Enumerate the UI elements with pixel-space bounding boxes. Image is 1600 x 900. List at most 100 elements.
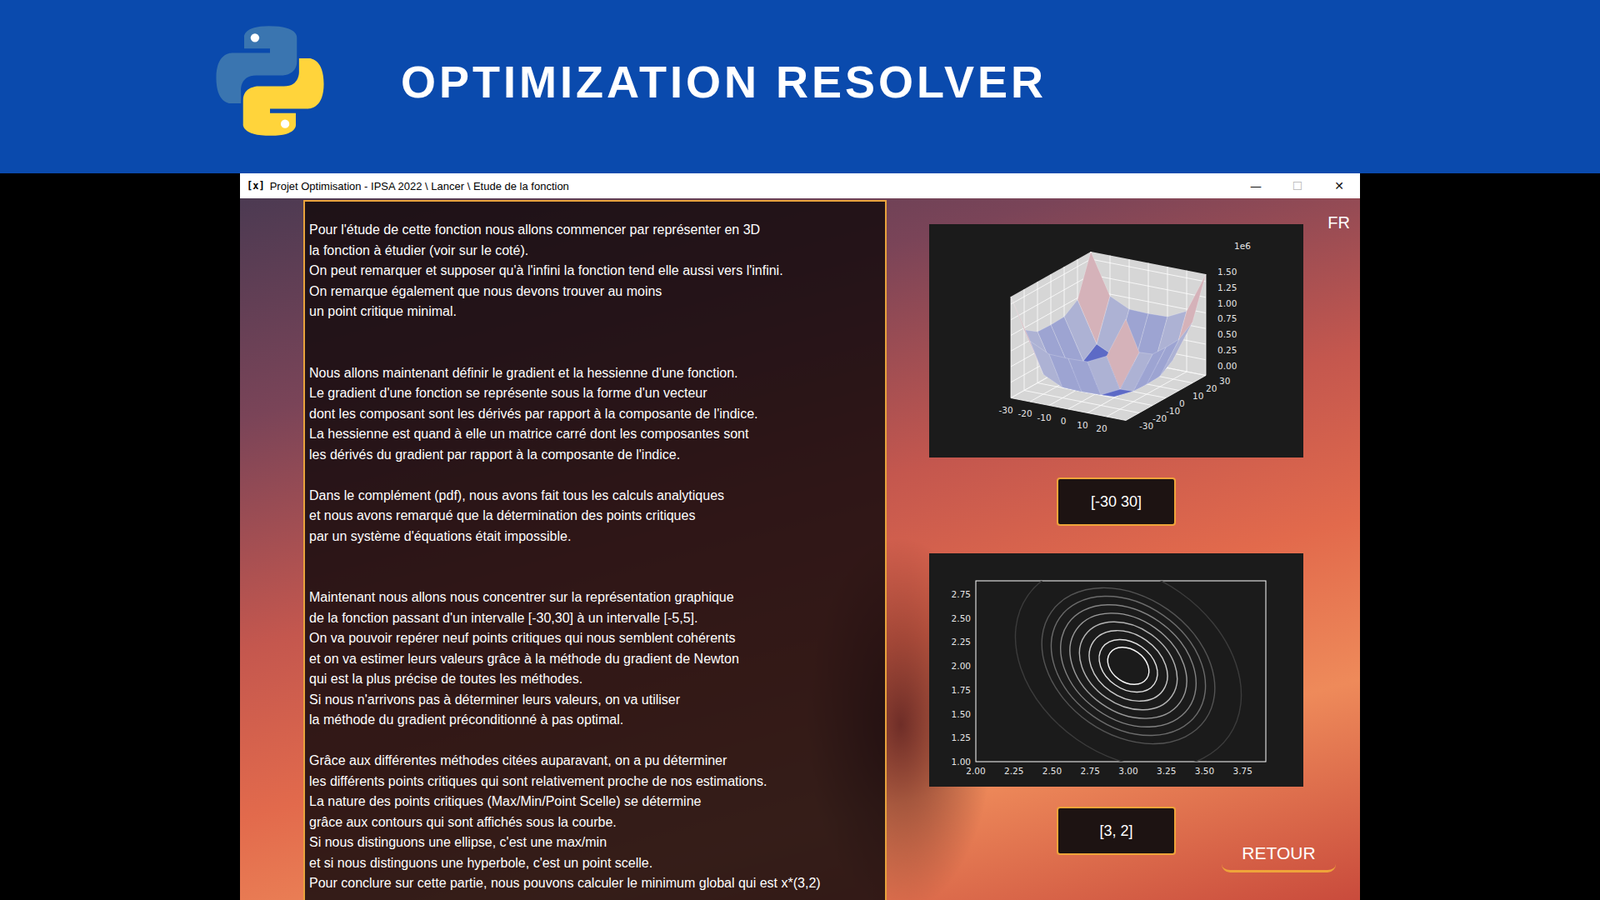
text-line: et nous avons remarqué que la déterminat…	[309, 505, 879, 527]
y-tick: 10	[1192, 390, 1204, 401]
app-window: [x]Projet Optimisation - IPSA 2022 \ Lan…	[240, 173, 1360, 900]
text-line: La hessienne est quand à elle un matrice…	[309, 424, 879, 445]
y-tick: 2.75	[951, 589, 971, 600]
text-line: Pour l'étude de cette fonction nous allo…	[309, 220, 879, 241]
x-tick: 3.00	[1118, 765, 1138, 776]
x-tick: 2.75	[1080, 765, 1100, 776]
x-tick: 2.25	[1004, 765, 1024, 776]
window-control[interactable]: ☐	[1276, 173, 1319, 199]
y-tick: 1.25	[951, 732, 971, 743]
banner-title: OPTIMIZATION RESOLVER	[400, 55, 1047, 108]
language-button[interactable]: FR	[1324, 211, 1354, 235]
text-panel: Pour l'étude de cette fonction nous allo…	[303, 200, 887, 900]
y-tick: 20	[1205, 383, 1217, 394]
python-logo-icon	[210, 21, 330, 140]
text-line: Le gradient d'une fonction se représente…	[309, 383, 879, 405]
contour-line	[1075, 615, 1181, 716]
text-line: Nous allons maintenant définir le gradie…	[309, 363, 879, 385]
contour-plot: 2.002.252.502.753.003.253.503.751.001.25…	[929, 553, 1304, 787]
x-tick: -30	[998, 405, 1013, 415]
text-line: On va pouvoir repérer neuf points critiq…	[309, 628, 879, 650]
range-button[interactable]: [-30 30]	[1056, 477, 1176, 526]
x-tick: 2.50	[1042, 765, 1062, 776]
z-tick: 1.25	[1217, 282, 1237, 293]
z-scale-label: 1e6	[1234, 240, 1251, 251]
x-tick: 2.00	[965, 765, 985, 776]
minimum-button[interactable]: [3, 2]	[1056, 806, 1176, 855]
text-line: Grâce aux différentes méthodes citées au…	[309, 750, 879, 772]
text-line: la méthode du gradient préconditionné à …	[309, 710, 879, 731]
text-line: On remarque également que nous devons tr…	[309, 281, 879, 303]
z-tick: 1.00	[1217, 298, 1237, 309]
x-tick: 0	[1060, 415, 1067, 426]
contour-line	[1100, 639, 1157, 692]
text-line: et on va estimer leurs valeurs grâce à l…	[309, 649, 879, 670]
paragraph: Dans le complément (pdf), nous avons fai…	[309, 485, 879, 548]
grid-line	[1090, 259, 1206, 282]
contour-line	[1050, 591, 1207, 740]
stage: [x]Projet Optimisation - IPSA 2022 \ Lan…	[0, 173, 1600, 900]
y-tick: -30	[1139, 420, 1154, 431]
text-line: Pour conclure sur cette partie, nous pou…	[309, 873, 879, 895]
grid-line	[1205, 274, 1207, 376]
plot-axes	[975, 580, 1266, 762]
x-tick: -20	[1017, 408, 1032, 419]
bottom-row: [3, 2]RETOUR	[929, 806, 1304, 855]
text-line: grâce aux contours qui sont affichés sou…	[309, 812, 879, 834]
y-tick: 30	[1219, 375, 1230, 386]
text-line: et si nous distinguons une hyperbole, c'…	[309, 853, 879, 875]
title-bar: [x]Projet Optimisation - IPSA 2022 \ Lan…	[240, 173, 1360, 199]
back-button[interactable]: RETOUR	[1221, 840, 1336, 873]
x-tick: 3.75	[1233, 765, 1253, 776]
paragraph: Nous allons maintenant définir le gradie…	[309, 363, 879, 466]
contour-line	[1089, 628, 1168, 703]
text-line: Maintenant nous allons nous concentrer s…	[309, 587, 879, 609]
y-tick: 1.75	[951, 685, 971, 695]
paragraph: Grâce aux différentes méthodes citées au…	[309, 750, 879, 895]
z-tick: 1.50	[1217, 266, 1237, 277]
window-controls: —☐✕	[1235, 173, 1360, 199]
y-tick: 2.25	[951, 636, 971, 647]
paragraph: Maintenant nous allons nous concentrer s…	[309, 587, 879, 731]
text-line: Si nous distinguons une ellipse, c'est u…	[309, 832, 879, 854]
x-tick: 3.50	[1195, 765, 1215, 776]
window-body: Pour l'étude de cette fonction nous allo…	[240, 198, 1360, 900]
x-tick: -10	[1036, 412, 1051, 423]
text-line: les différents points critiques qui sont…	[309, 771, 879, 793]
z-tick: 0.00	[1217, 360, 1237, 371]
banner: OPTIMIZATION RESOLVER	[0, 0, 1600, 174]
text-line: La nature des points critiques (Max/Min/…	[309, 791, 879, 813]
text-line: les dérivés du gradient par rapport à la…	[309, 445, 879, 466]
paragraph: Pour l'étude de cette fonction nous allo…	[309, 220, 879, 323]
text-line: de la fonction passant d'un intervalle […	[309, 608, 879, 630]
y-tick: 1.50	[951, 709, 971, 720]
grid-line	[1010, 296, 1012, 399]
window-control[interactable]: ✕	[1318, 173, 1360, 199]
text-line: qui est la plus précise de toutes les mé…	[309, 669, 879, 690]
grid-line	[1010, 398, 1126, 421]
contour-line	[1037, 580, 1220, 753]
text-line: la fonction à étudier (voir sur le coté)…	[309, 240, 879, 262]
x-tick: 10	[1076, 420, 1088, 430]
text-line: Si nous n'arrivons pas à déterminer leur…	[309, 690, 879, 711]
contour-line	[976, 580, 1266, 762]
text-line: On peut remarquer et supposer qu'à l'inf…	[309, 260, 879, 282]
z-tick: 0.25	[1217, 345, 1237, 355]
contour-line	[1011, 580, 1245, 762]
window-control[interactable]: —	[1235, 173, 1277, 199]
z-tick: 0.50	[1217, 329, 1237, 340]
surface-plot: 0.000.250.500.751.001.251.501e6-30-20-10…	[929, 224, 1304, 458]
surface-patch	[1106, 319, 1140, 390]
contour-line	[1024, 580, 1232, 762]
text-line: Dans le complément (pdf), nous avons fai…	[309, 485, 879, 507]
y-tick: 2.00	[951, 660, 971, 671]
x-tick: 20	[1095, 423, 1107, 434]
y-tick: 2.50	[951, 613, 971, 624]
app-icon: [x]	[246, 180, 265, 192]
right-column: 0.000.250.500.751.001.251.501e6-30-20-10…	[929, 198, 1304, 900]
y-tick: -20	[1152, 413, 1167, 424]
text-line: par un système d'équations était impossi…	[309, 526, 879, 548]
z-tick: 0.75	[1217, 313, 1237, 324]
text-line: dont les composant sont les dérivés par …	[309, 404, 879, 425]
x-tick: 3.25	[1156, 765, 1176, 776]
